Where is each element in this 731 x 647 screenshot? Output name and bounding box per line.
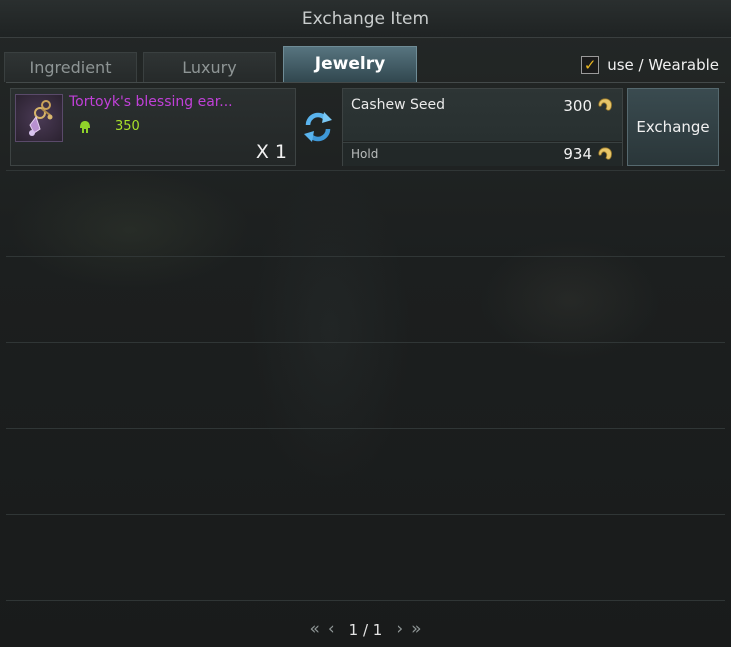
wearable-checkbox[interactable]: ✓ [581,55,600,74]
hold-label: Hold [351,147,379,161]
double-chevron-right-icon[interactable]: » [411,621,421,638]
earring-item-icon[interactable] [15,94,63,142]
row-divider [6,428,725,429]
hold-row: Hold 934 [343,142,622,166]
item-name: Tortoyk's blessing ear... [69,94,233,110]
checkmark-icon: ✓ [583,55,597,74]
double-chevron-left-icon[interactable]: « [309,621,319,638]
pagination: « ‹ 1 / 1 › » [0,612,731,647]
swap-arrows-icon [304,112,332,142]
exchange-button[interactable]: Exchange [627,88,719,166]
tab-ingredient[interactable]: Ingredient [4,52,137,82]
window-title: Exchange Item [0,0,731,38]
item-quantity: X 1 [255,141,287,163]
tab-luxury[interactable]: Luxury [143,52,276,82]
row-divider [6,256,725,257]
cashew-seed-icon [598,98,612,111]
hold-value: 934 [563,145,592,163]
cost-price-row: Cashew Seed 300 [343,89,622,141]
page-indicator: 1 / 1 [348,620,383,639]
item-stat-value: 350 [115,119,140,134]
helmet-icon [80,121,90,133]
currency-price: 300 [563,97,592,115]
row-divider [6,170,725,171]
chevron-left-icon[interactable]: ‹ [328,621,335,638]
exchange-list: Tortoyk's blessing ear... 350 X 1 Cashew… [6,82,725,601]
currency-name: Cashew Seed [351,97,446,113]
row-divider [6,600,725,601]
cost-panel: Cashew Seed 300 Hold 934 [342,88,623,166]
category-tabs: Ingredient Luxury Jewelry ✓ use / Wearab… [0,44,731,82]
tab-jewelry[interactable]: Jewelry [283,46,417,82]
reward-item-slot[interactable]: Tortoyk's blessing ear... 350 X 1 [10,88,296,166]
wearable-filter-label: use / Wearable [607,56,719,74]
chevron-right-icon[interactable]: › [396,621,403,638]
cashew-seed-icon [598,147,612,160]
row-divider [6,342,725,343]
wearable-filter[interactable]: ✓ use / Wearable [581,54,719,76]
row-divider [6,514,725,515]
